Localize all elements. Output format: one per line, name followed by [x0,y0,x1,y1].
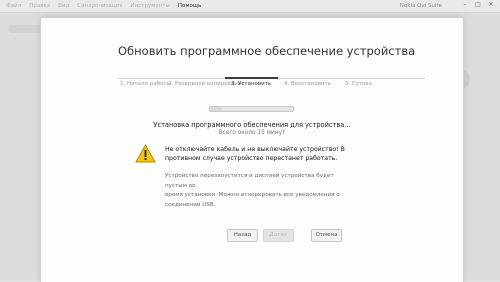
step-install: 3. Установить [231,81,272,87]
title-bar: Файл Правка Вид Синхронизация Инструмент… [0,0,500,13]
step-done: 5. Готово [345,81,372,87]
menu-file[interactable]: Файл [6,0,21,12]
info-line: время установки. Можно игнорировать все … [165,192,340,198]
info-line: соединении USB. [165,201,216,208]
menu-help[interactable]: Помощь [178,0,201,12]
menu-tools[interactable]: Инструменты [131,0,170,12]
app-title: Nokia Ovi Suite [399,3,442,9]
back-button[interactable]: Назад [227,229,258,242]
update-dialog: Обновить программное обеспечение устройс… [40,17,464,282]
menu-sync[interactable]: Синхронизация [77,0,122,12]
menu-edit[interactable]: Правка [29,0,50,12]
next-button[interactable]: Далее [263,229,294,242]
minimize-icon[interactable]: – [460,1,470,9]
window-controls: – □ ✕ [460,1,496,9]
warning-line: противном случае устройство перестанет р… [165,154,338,162]
info-text: Устройство перезапустится и дисплей устр… [165,172,353,210]
time-estimate: Всего около 15 минут [218,130,286,136]
steps-bar: 1. Начало работы 2. Резервное копировани… [118,77,425,89]
close-icon[interactable]: ✕ [486,1,496,9]
install-progress-bar [209,106,294,112]
cancel-button[interactable]: Отмена [311,229,342,242]
install-heading: Установка программного обеспечения для у… [153,121,351,129]
progress-fill [210,107,223,111]
step-restore: 4. Восстановить [284,81,331,87]
menu-view[interactable]: Вид [58,0,69,12]
menu-bar: Файл Правка Вид Синхронизация Инструмент… [6,0,201,12]
warning-line: Не отключайте кабель и не выключайте уст… [165,146,345,153]
maximize-icon[interactable]: □ [473,1,483,9]
step-start: 1. Начало работы [120,81,171,87]
warning-text: Не отключайте кабель и не выключайте уст… [165,146,345,163]
info-line: Устройство перезапустится и дисплей устр… [165,173,334,189]
warning-icon [135,144,156,163]
active-step-marker [225,77,278,79]
dialog-title: Обновить программное обеспечение устройс… [118,44,416,58]
